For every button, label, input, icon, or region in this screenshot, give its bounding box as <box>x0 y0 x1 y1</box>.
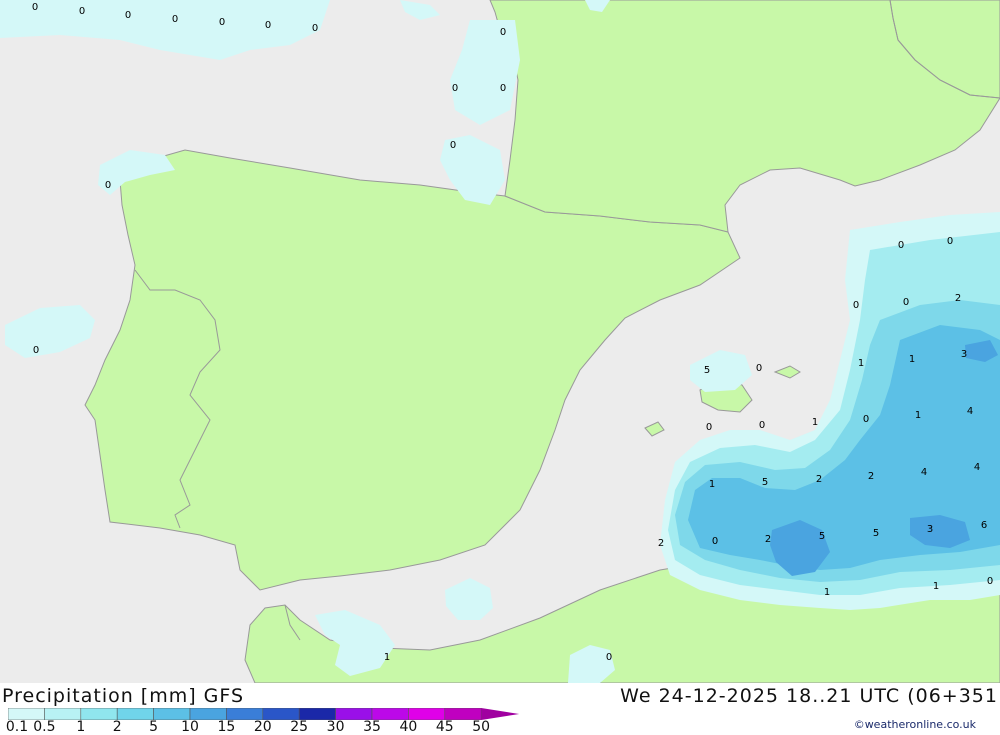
value-label: 1 <box>933 581 939 592</box>
chart-title: Precipitation [mm] GFS <box>2 685 245 707</box>
value-label: 1 <box>812 417 818 428</box>
value-label: 0 <box>853 300 859 311</box>
value-label: 0 <box>312 23 318 34</box>
value-label: 0 <box>947 236 953 247</box>
value-label: 2 <box>816 474 822 485</box>
value-label: 1 <box>915 410 921 421</box>
credit-link[interactable]: ©weatheronline.co.uk <box>854 718 976 731</box>
value-label: 0 <box>606 652 612 663</box>
value-label: 4 <box>967 406 973 417</box>
value-label: 0 <box>500 83 506 94</box>
forecast-time: We 24-12-2025 18..21 UTC (06+351 <box>620 685 998 707</box>
value-label: 0 <box>706 422 712 433</box>
value-label: 3 <box>927 524 933 535</box>
value-label: 2 <box>955 293 961 304</box>
value-label: 0 <box>759 420 765 431</box>
value-label: 6 <box>981 520 987 531</box>
value-label: 1 <box>909 354 915 365</box>
value-label: 0 <box>500 27 506 38</box>
value-label: 0 <box>863 414 869 425</box>
value-label: 5 <box>873 528 879 539</box>
value-label: 2 <box>658 538 664 549</box>
value-label: 1 <box>824 587 830 598</box>
value-label: 4 <box>921 467 927 478</box>
value-label: 5 <box>704 365 710 376</box>
value-label: 0 <box>265 20 271 31</box>
scale-swatch <box>116 708 154 720</box>
value-label: 0 <box>172 14 178 25</box>
precipitation-map: 0 0 0 0 0 0 0 0 0 0 0 0 0 0 0 0 0 2 1 1 3 5 0 0 0 1 0 1 4 1 5 2 2 4 4 2 0 2 5 5… <box>0 0 1000 683</box>
value-label: 5 <box>762 477 768 488</box>
value-label: 0 <box>32 2 38 13</box>
value-label: 0 <box>756 363 762 374</box>
value-label: 3 <box>961 349 967 360</box>
value-label: 1 <box>709 479 715 490</box>
value-label: 4 <box>974 462 980 473</box>
value-label: 0 <box>450 140 456 151</box>
value-label: 0 <box>33 345 39 356</box>
value-label: 2 <box>868 471 874 482</box>
value-label: 0 <box>452 83 458 94</box>
value-label: 0 <box>79 6 85 17</box>
value-label: 5 <box>819 531 825 542</box>
value-label: 0 <box>903 297 909 308</box>
value-label: 1 <box>858 358 864 369</box>
value-label: 0 <box>712 536 718 547</box>
value-label: 0 <box>125 10 131 21</box>
footer-bar: Precipitation [mm] GFS We 24-12-2025 18.… <box>0 683 1000 735</box>
value-label: 1 <box>384 652 390 663</box>
value-label: 2 <box>765 534 771 545</box>
value-label: 0 <box>898 240 904 251</box>
value-label: 0 <box>987 576 993 587</box>
value-label: 0 <box>219 17 225 28</box>
value-label: 0 <box>105 180 111 191</box>
